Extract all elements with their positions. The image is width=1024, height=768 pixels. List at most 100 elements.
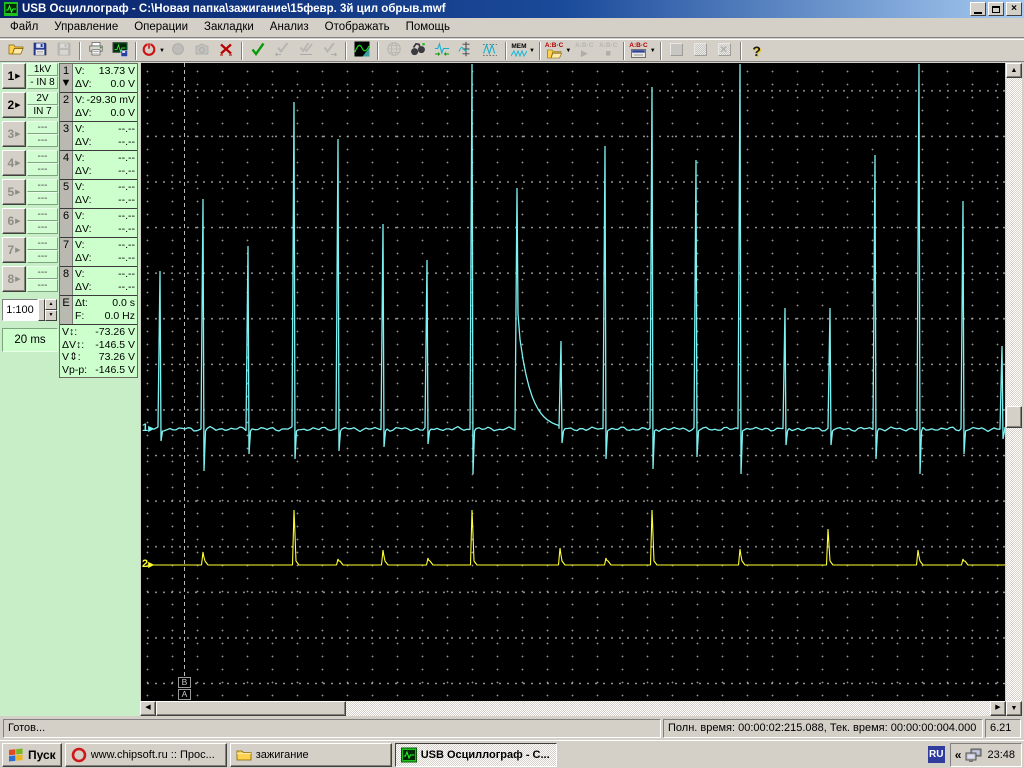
channel-4-range[interactable]: ---: [27, 150, 58, 163]
cursor-label-a[interactable]: A: [178, 689, 191, 700]
accept-button[interactable]: [246, 40, 270, 62]
language-indicator[interactable]: RU: [928, 746, 945, 763]
channel1-marker[interactable]: 1▶: [142, 423, 154, 434]
channel-2-button[interactable]: 2▶: [2, 92, 26, 118]
channel-8-range[interactable]: ---: [27, 266, 58, 279]
measure-row-number[interactable]: 4: [60, 151, 73, 179]
menu-item-1[interactable]: Файл: [2, 19, 46, 36]
taskbar-task-3[interactable]: USB Осциллограф - C...: [395, 743, 557, 767]
channel-6-input[interactable]: ---: [27, 221, 58, 234]
scroll-right-button[interactable]: ▶: [990, 701, 1006, 716]
scroll-down-button[interactable]: ▼: [1006, 701, 1022, 716]
status-bar: Готов... Полн. время: 00:00:02:215.088, …: [0, 716, 1024, 740]
horizontal-scroll-thumb[interactable]: [156, 701, 346, 716]
channel-1-button[interactable]: 1▶: [2, 63, 26, 89]
dropdown-arrow-icon[interactable]: ▼: [159, 48, 165, 54]
save-screen-button[interactable]: [108, 40, 132, 62]
scale-value[interactable]: 1:100: [2, 299, 38, 321]
delete-button[interactable]: [214, 40, 238, 62]
trace-channel2: [153, 510, 1005, 565]
channel-8-button[interactable]: 8▶: [2, 266, 26, 292]
menu-item-5[interactable]: Анализ: [262, 19, 317, 36]
measure-row-number[interactable]: 5: [60, 180, 73, 208]
channel-6-button[interactable]: 6▶: [2, 208, 26, 234]
taskbar-task-1[interactable]: www.chipsoft.ru :: Прос...: [65, 743, 227, 767]
channel-3-button[interactable]: 3▶: [2, 121, 26, 147]
scale-grip[interactable]: [38, 299, 45, 321]
menu-item-7[interactable]: Помощь: [398, 19, 458, 36]
restore-button[interactable]: [988, 2, 1004, 16]
save-button[interactable]: [28, 40, 52, 62]
taskbar-task-2[interactable]: зажигание: [230, 743, 392, 767]
measure-row-number[interactable]: 8: [60, 267, 73, 295]
channel-7-input[interactable]: ---: [27, 250, 58, 263]
measure-row-values: V:--.--ΔV:--.--: [73, 180, 137, 208]
tray-clock[interactable]: 23:48: [987, 749, 1015, 761]
menu-item-3[interactable]: Операции: [126, 19, 196, 36]
menu-item-4[interactable]: Закладки: [196, 19, 262, 36]
cursor-label-b[interactable]: B: [178, 677, 191, 688]
abc-play-icon: A:B·C▶: [575, 43, 593, 58]
measure-row-number[interactable]: 1▼: [60, 64, 73, 92]
horizontal-scrollbar[interactable]: ◀ ▶: [140, 701, 1006, 716]
menu-item-2[interactable]: Управление: [46, 19, 126, 36]
measure-row-number[interactable]: 6: [60, 209, 73, 237]
record-button[interactable]: ▼: [140, 40, 166, 62]
abc-panel-button[interactable]: A:B·C▼: [628, 40, 656, 62]
fit-wave-button[interactable]: [430, 40, 454, 62]
channel-3-range[interactable]: ---: [27, 121, 58, 134]
timebase-box[interactable]: 20 ms: [2, 328, 58, 352]
dropdown-arrow-icon[interactable]: ▼: [529, 48, 535, 54]
network-icon[interactable]: [965, 747, 983, 763]
channel-6-range[interactable]: ---: [27, 208, 58, 221]
memory-button[interactable]: MEM▼: [510, 40, 536, 62]
channel-7-button[interactable]: 7▶: [2, 237, 26, 263]
wave-scale-button[interactable]: [478, 40, 502, 62]
channel-1-input[interactable]: - IN 8: [27, 76, 58, 89]
menu-item-6[interactable]: Отображать: [317, 19, 398, 36]
open-file-button[interactable]: [4, 40, 28, 62]
dropdown-arrow-icon[interactable]: ▼: [650, 48, 656, 54]
close-button[interactable]: ×: [1006, 2, 1022, 16]
desktop: { "window": { "title": "USB Осциллограф …: [0, 0, 1024, 768]
channel-3-input[interactable]: ---: [27, 134, 58, 147]
measure-row-number[interactable]: 2: [60, 93, 73, 121]
scale-down-button[interactable]: ▼: [45, 310, 57, 321]
scroll-up-button[interactable]: ▲: [1006, 63, 1022, 78]
status-value: 6.21: [985, 719, 1021, 738]
dropdown-arrow-icon[interactable]: ▼: [565, 48, 571, 54]
channel-4-input[interactable]: ---: [27, 163, 58, 176]
start-label: Пуск: [28, 748, 56, 762]
channel-5-labels: ------: [27, 179, 58, 205]
search-button[interactable]: [406, 40, 430, 62]
abc-open-button[interactable]: A:B·C▼: [544, 40, 572, 62]
channel-5-input[interactable]: ---: [27, 192, 58, 205]
channel-2-range[interactable]: 2V: [27, 92, 58, 105]
start-button[interactable]: Пуск: [2, 743, 62, 767]
scroll-left-button[interactable]: ◀: [140, 701, 156, 716]
oscilloscope-display[interactable]: 1▶ 2▶ B A: [141, 63, 1005, 701]
minimize-button[interactable]: [970, 2, 986, 16]
measure-row-number[interactable]: 3: [60, 122, 73, 150]
scale-up-button[interactable]: ▲: [45, 299, 57, 310]
channel-5-button[interactable]: 5▶: [2, 179, 26, 205]
channel2-marker[interactable]: 2▶: [142, 559, 154, 570]
vertical-scrollbar[interactable]: ▲ ▼: [1006, 63, 1022, 716]
help-button[interactable]: ?: [745, 40, 769, 62]
measure-row-number[interactable]: 7: [60, 238, 73, 266]
scope-floppy-icon: [112, 41, 128, 60]
cursor-measure-button[interactable]: [454, 40, 478, 62]
channel-7-range[interactable]: ---: [27, 237, 58, 250]
channel-8-input[interactable]: ---: [27, 279, 58, 292]
channel-4-button[interactable]: 4▶: [2, 150, 26, 176]
channel-5-range[interactable]: ---: [27, 179, 58, 192]
channel-2-input[interactable]: IN 7: [27, 105, 58, 118]
tile-solid-button: [665, 40, 689, 62]
channel-1-range[interactable]: 1kV: [27, 63, 58, 76]
measure-row-3: 3V:--.--ΔV:--.--: [60, 122, 137, 151]
tray-chevron-icon[interactable]: «: [955, 748, 962, 762]
vertical-scroll-thumb[interactable]: [1006, 406, 1022, 428]
display-mode-button[interactable]: [350, 40, 374, 62]
measure-row-number[interactable]: E: [60, 296, 73, 324]
print-button[interactable]: [84, 40, 108, 62]
